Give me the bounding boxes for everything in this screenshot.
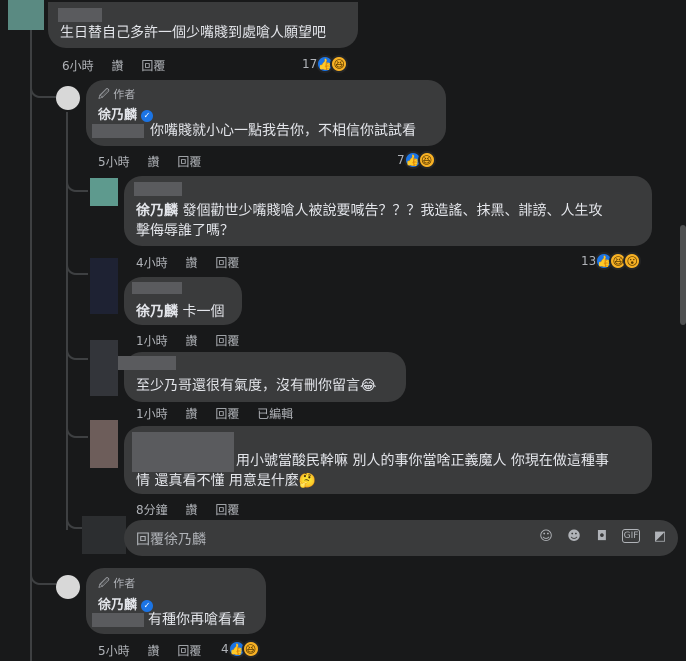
haha-icon: 😆 [330,55,349,73]
comment-text-line: 用小號當酸民幹嘛 別人的事你當啥正義魔人 你現在做這種事 [236,453,609,469]
comment-meta: 1小時 讚 回覆 [136,332,253,349]
avatar-sticker-icon[interactable]: ☺ [538,529,554,544]
like-button[interactable]: 讚 [185,256,197,270]
censored-name [132,282,182,294]
like-button[interactable]: 讚 [185,334,197,348]
comment-meta: 5小時 讚 回覆 [98,153,215,170]
avatar[interactable] [90,178,118,206]
avatar[interactable] [90,258,118,314]
reply-input-actions: ☺ ☻ ◘ GIF ◩ [538,529,668,544]
reply-button[interactable]: 回覆 [215,407,239,421]
commenter-name-label: 徐乃麟 [98,108,138,123]
comment-time[interactable]: 5小時 [98,644,130,658]
comment-time[interactable]: 4小時 [136,256,168,270]
reaction-summary[interactable]: 4 👍 😆 [221,640,260,658]
censored-name [58,8,102,22]
avatar[interactable] [8,0,44,30]
comment-text-line: 擊侮辱誰了嗎？ [136,223,234,239]
comment-time[interactable]: 8分鐘 [136,503,168,517]
reply-button[interactable]: 回覆 [215,503,239,517]
like-button[interactable]: 讚 [111,59,123,73]
comment-text: 徐乃麟 發個勸世少嘴賤嗆人被說要喊告？？？我造謠、抹黑、誹謗、人生攻 [136,200,602,222]
thread-connector [66,410,88,438]
reply-button[interactable]: 回覆 [177,644,201,658]
comment-time[interactable]: 6小時 [62,59,94,73]
censored-mention [92,124,144,138]
thread-connector [66,330,88,360]
comment-text: 至少乃哥還很有氣度，沒有刪你留言😂 [136,378,377,394]
thread-connector [66,505,82,529]
author-tag: 🖉 作者 [98,577,136,590]
comment-text-line: 情 還真看不懂 用意是什麼🤔 [136,473,317,489]
comment-text: 徐乃麟 卡一個 [136,301,224,323]
comment-text-line: 發個勸世少嘴賤嗆人被說要喊告？？？我造謠、抹黑、誹謗、人生攻 [178,203,603,219]
commenter-name-label: 徐乃麟 [98,598,138,613]
thread-connector [66,250,88,275]
sticker-icon[interactable]: ◩ [652,529,668,544]
reaction-count: 13 [581,254,597,268]
author-tag-label: 作者 [113,88,136,101]
comment-meta: 5小時 讚 回覆 [98,642,215,659]
edited-label: 已編輯 [257,407,294,421]
haha-icon: 😆 [241,640,260,658]
commenter-name[interactable]: 徐乃麟 ✓ [98,594,154,613]
reply-button[interactable]: 回覆 [215,334,239,348]
comment-time[interactable]: 1小時 [136,334,168,348]
comment-text-line: 卡一個 [178,304,225,320]
reply-button[interactable]: 回覆 [215,256,239,270]
reaction-summary[interactable]: 13 👍 😆 😮 [581,252,642,270]
commenter-name[interactable]: 徐乃麟 ✓ [98,104,154,123]
reply-button[interactable]: 回覆 [177,155,201,169]
gif-icon[interactable]: GIF [622,529,640,543]
reaction-summary[interactable]: 17 👍 😆 [302,55,349,73]
censored-name [118,356,176,370]
camera-icon[interactable]: ◘ [594,529,610,544]
author-tag-label: 作者 [113,577,136,590]
comment-text: 生日替自己多許一個少嘴賤到處嗆人願望吧 [60,25,326,41]
haha-icon: 😆 [417,151,436,169]
thread-connector [30,555,56,585]
like-button[interactable]: 讚 [147,644,159,658]
wow-icon: 😮 [623,252,642,270]
comment-text: 有種你再嗆看看 [148,612,246,628]
avatar[interactable] [90,420,118,468]
avatar[interactable] [90,340,118,396]
mention-link[interactable]: 徐乃麟 [136,203,178,219]
comment-meta: 6小時 讚 回覆 [62,57,179,74]
author-avatar[interactable] [56,86,80,110]
like-button[interactable]: 讚 [185,407,197,421]
reaction-summary[interactable]: 7 👍 😆 [397,151,436,169]
comment-time[interactable]: 5小時 [98,155,130,169]
censored-mention [92,613,144,627]
like-button[interactable]: 讚 [147,155,159,169]
emoji-icon[interactable]: ☻ [566,529,582,544]
reaction-count: 17 [302,57,318,71]
like-button[interactable]: 讚 [185,503,197,517]
censored-name [132,432,234,472]
my-avatar[interactable] [82,516,126,554]
scrollbar[interactable] [680,225,686,325]
comment-time[interactable]: 1小時 [136,407,168,421]
comment-text: 你嘴賤就小心一點我告你，不相信你試試看 [150,123,416,139]
thread-connector [66,168,88,192]
thread-connector [30,70,56,98]
comment-meta: 8分鐘 讚 回覆 [136,501,253,518]
comment-meta: 1小時 讚 回覆 已編輯 [136,405,307,422]
reply-button[interactable]: 回覆 [141,59,165,73]
author-tag: 🖉 作者 [98,88,136,101]
reply-input-placeholder: 回覆徐乃麟 [136,532,206,548]
comment-meta: 4小時 讚 回覆 [136,254,253,271]
censored-name [134,182,182,196]
mention-link[interactable]: 徐乃麟 [136,304,178,320]
author-avatar[interactable] [56,575,80,599]
